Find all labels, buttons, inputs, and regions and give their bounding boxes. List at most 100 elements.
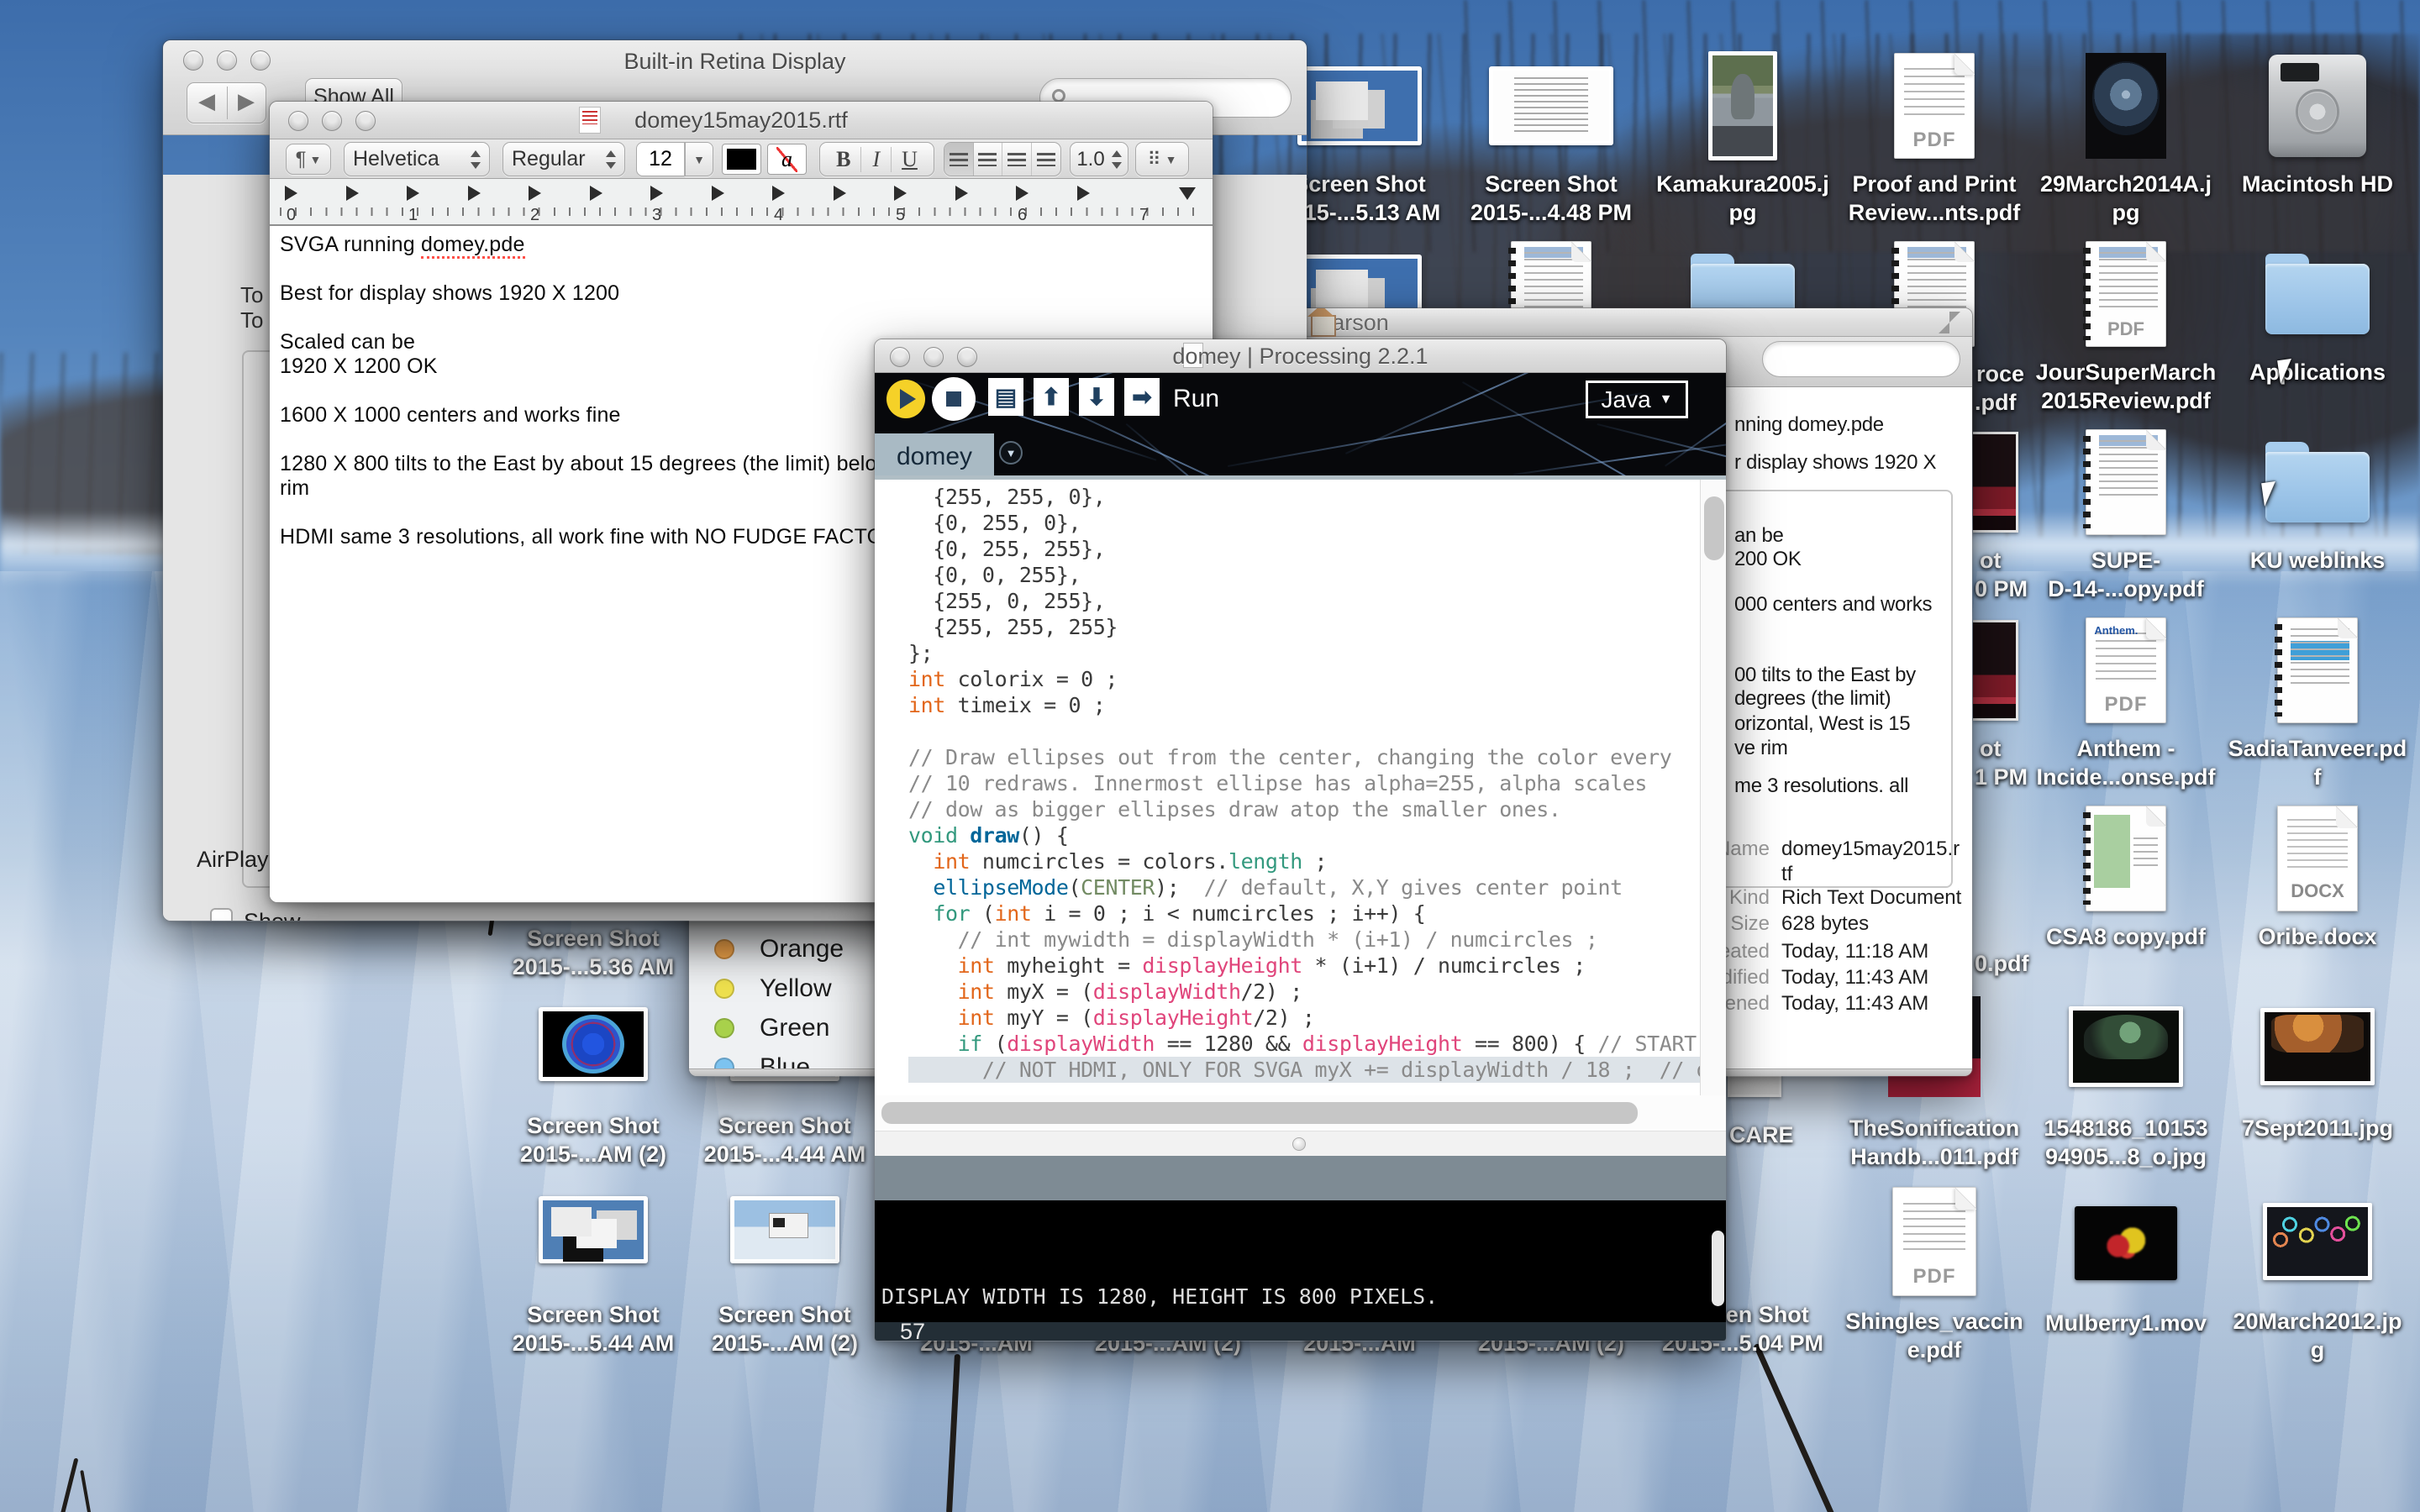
desktop-icon-label[interactable]: Applications — [2183, 358, 2420, 386]
desktop-icon-partial[interactable] — [1973, 432, 2018, 533]
bold-italic-underline-buttons[interactable]: B I U — [819, 142, 934, 176]
back-forward-buttons[interactable]: ◀▶ — [187, 82, 266, 123]
save-sketch-button[interactable]: ⬇ — [1079, 378, 1114, 416]
ruler-tab-marker[interactable] — [1077, 186, 1090, 201]
textedit-title-bar[interactable]: domey15may2015.rtf — [270, 102, 1213, 139]
open-sketch-button[interactable]: ⬆ — [1034, 378, 1069, 416]
desktop-icon[interactable] — [2265, 254, 2370, 334]
code-scrollbar[interactable] — [1700, 480, 1727, 1095]
textedit-ruler[interactable]: 01234567 — [270, 179, 1213, 226]
align-right-button[interactable] — [1002, 143, 1032, 176]
font-family-select[interactable]: Helvetica — [344, 142, 490, 176]
console-scrollbar-thumb[interactable] — [1712, 1231, 1724, 1306]
desktop-icon-label[interactable]: Screen Shot — [459, 924, 728, 953]
desktop-icon-label-fragment[interactable]: 0 PM — [1975, 575, 2028, 603]
parson-search-input[interactable] — [1762, 341, 1960, 377]
desktop-icon-label[interactable]: 7Sept2011.jpg — [2183, 1114, 2420, 1142]
desktop-icon-label[interactable]: 2015-...5.36 AM — [459, 953, 728, 981]
desktop-icon[interactable] — [2265, 442, 2370, 522]
ruler-tab-marker[interactable] — [894, 186, 907, 201]
desktop-icon-label[interactable]: e.pdf — [1800, 1336, 2069, 1364]
export-button[interactable]: ➡ — [1124, 378, 1160, 416]
ruler-tab-marker[interactable] — [590, 186, 602, 201]
sidebar-tag-orange[interactable]: Orange — [714, 935, 844, 963]
ruler-tab-marker[interactable] — [468, 186, 481, 201]
italic-button[interactable]: I — [861, 147, 892, 172]
editor-console-divider[interactable] — [875, 1131, 1727, 1156]
desktop-icon-label[interactable]: D-14-...opy.pdf — [1991, 575, 2260, 603]
desktop-icon-label[interactable]: 94905...8_o.jpg — [1991, 1142, 2260, 1171]
run-button[interactable] — [886, 380, 925, 418]
sidebar-tag-yellow[interactable]: Yellow — [714, 974, 832, 1003]
mode-selector[interactable]: Java▼ — [1586, 381, 1688, 418]
code-scrollbar-thumb[interactable] — [1704, 496, 1724, 560]
desktop-icon-label[interactable]: pg — [1991, 198, 2260, 227]
desktop-icon[interactable]: PDF — [2086, 617, 2166, 723]
desktop-icon-label[interactable]: 2015Review.pdf — [1991, 386, 2260, 415]
ruler-tab-marker[interactable] — [346, 186, 359, 201]
desktop-icon[interactable] — [1297, 66, 1422, 145]
desktop-icon[interactable]: PDF — [2086, 241, 2166, 347]
ruler-tab-marker[interactable] — [407, 186, 419, 201]
ruler-tab-marker[interactable] — [1016, 186, 1028, 201]
desktop-icon-partial[interactable] — [1973, 620, 2018, 721]
align-left-button[interactable] — [944, 143, 974, 176]
sidebar-tag-green[interactable]: Green — [714, 1014, 829, 1042]
desktop-icon[interactable] — [2086, 53, 2166, 159]
desktop-icon-label[interactable]: 20March2012.jp — [2183, 1307, 2420, 1336]
desktop-icon-label-fragment[interactable]: .pdf — [1975, 388, 2016, 417]
desktop-icon[interactable] — [2075, 1206, 2177, 1280]
processing-title-bar[interactable]: domey | Processing 2.2.1 — [875, 339, 1726, 373]
console[interactable]: DISPLAY WIDTH IS 1280, HEIGHT IS 800 PIX… — [875, 1200, 1727, 1322]
ruler-tab-marker[interactable] — [712, 186, 724, 201]
list-style-button[interactable]: ⠿▼ — [1135, 142, 1189, 176]
desktop-icon[interactable] — [2086, 429, 2166, 535]
desktop-icon[interactable] — [2086, 806, 2166, 911]
code-editor[interactable]: {255, 255, 0}, {0, 255, 0}, {0, 255, 255… — [875, 480, 1700, 1095]
desktop-icon-label-fragment[interactable]: roce — [1976, 360, 2024, 388]
ruler-tab-marker[interactable] — [285, 186, 297, 201]
ruler-right-margin-marker[interactable] — [1179, 187, 1196, 200]
alignment-buttons[interactable] — [944, 142, 1061, 176]
divider-handle[interactable] — [1292, 1137, 1306, 1151]
tab-domey[interactable]: domey — [875, 433, 994, 480]
desktop-icon[interactable]: PDF — [1894, 53, 1975, 159]
processing-window[interactable]: domey | Processing 2.2.1 ▤ ⬆ ⬇ ➡ Run Jav… — [874, 339, 1727, 1341]
stop-button[interactable] — [932, 377, 976, 421]
tab-menu-button[interactable]: ▼ — [999, 441, 1023, 465]
font-style-select[interactable]: Regular — [502, 142, 625, 176]
desktop-icon[interactable]: DOCX — [2277, 806, 2358, 911]
ruler-tab-marker[interactable] — [772, 186, 785, 201]
desktop-icon-label[interactable]: KU weblinks — [2183, 546, 2420, 575]
hscrollbar-track[interactable] — [875, 1095, 1727, 1131]
desktop-icon-label[interactable]: Oribe.docx — [2183, 922, 2420, 951]
desktop-icon-label[interactable]: Macintosh HD — [2183, 170, 2420, 198]
text-color-well[interactable] — [722, 144, 761, 175]
fullscreen-icon[interactable] — [1939, 312, 1960, 333]
desktop-icon[interactable]: PDF — [1892, 1187, 1976, 1296]
desktop-icon-label-fragment[interactable]: 0.pdf — [1975, 949, 2029, 978]
new-sketch-button[interactable]: ▤ — [988, 378, 1023, 416]
desktop-icon-label-fragment[interactable]: ot — [1980, 734, 2001, 763]
desktop-icon[interactable] — [539, 1196, 648, 1263]
bold-button[interactable]: B — [826, 147, 861, 172]
desktop-icon[interactable] — [2260, 1008, 2375, 1085]
desktop-icon-label-fragment[interactable]: ot — [1980, 546, 2001, 575]
ruler-tab-marker[interactable] — [955, 186, 968, 201]
desktop-icon-label[interactable]: g — [2183, 1336, 2420, 1364]
desktop-icon[interactable] — [2069, 1006, 2183, 1087]
desktop-icon[interactable] — [2263, 1203, 2372, 1280]
align-justify-button[interactable] — [1032, 143, 1061, 176]
desktop-icon-label-fragment[interactable]: CARE — [1729, 1121, 1794, 1149]
paragraph-styles-button[interactable]: ¶▼ — [286, 144, 331, 175]
desktop-icon-label[interactable]: f — [2183, 763, 2420, 791]
align-center-button[interactable] — [974, 143, 1003, 176]
show-checkbox[interactable] — [210, 908, 233, 921]
line-spacing-stepper[interactable]: 1.0 — [1070, 142, 1128, 176]
ruler-tab-marker[interactable] — [529, 186, 541, 201]
desktop-icon[interactable] — [1708, 51, 1777, 160]
desktop-icon[interactable] — [2269, 55, 2366, 157]
underline-button[interactable]: U — [892, 147, 928, 172]
desktop-icon[interactable] — [1489, 66, 1613, 145]
hscrollbar-thumb[interactable] — [881, 1102, 1638, 1124]
